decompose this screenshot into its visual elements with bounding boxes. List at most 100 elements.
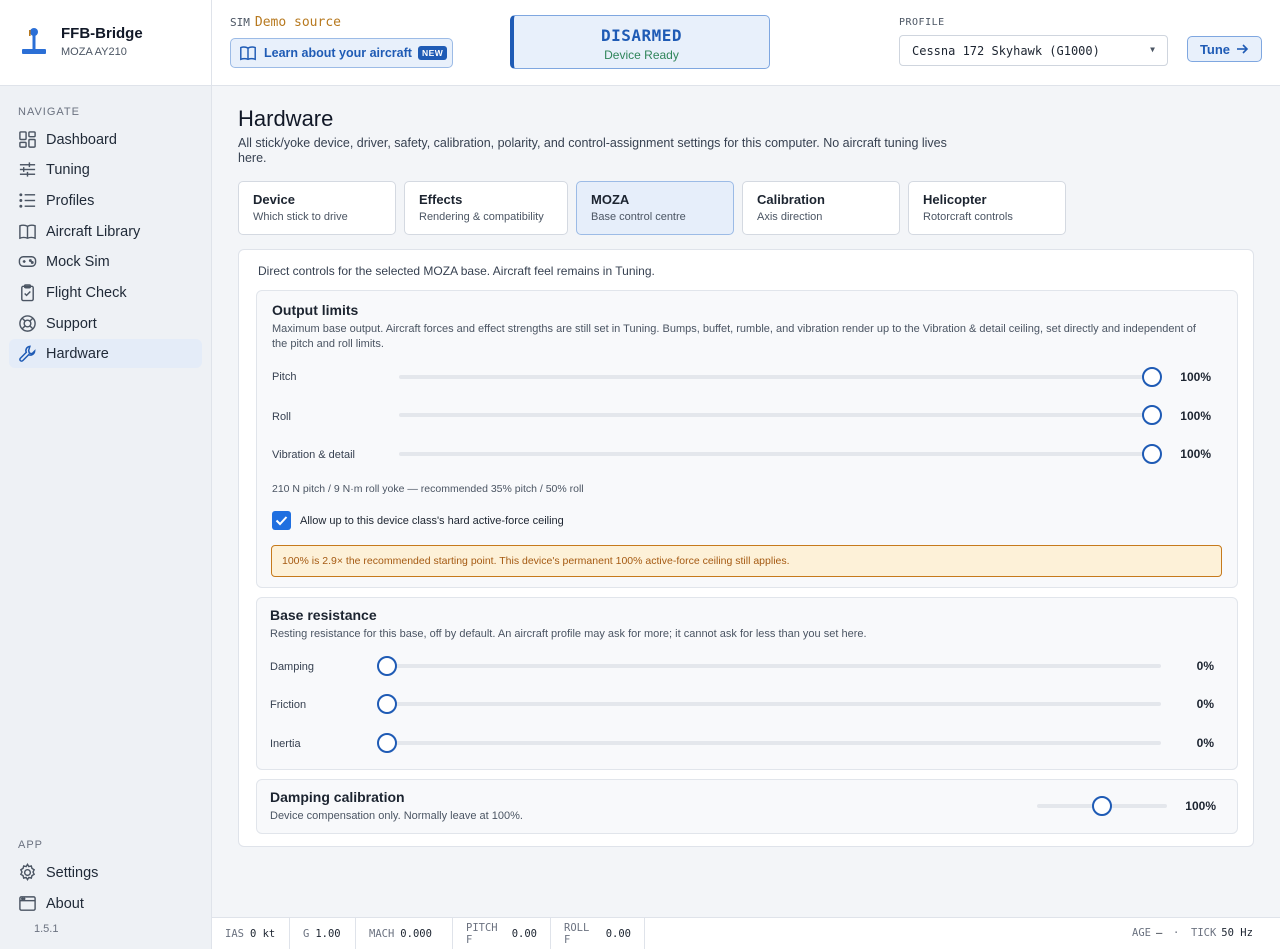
roll-force-readout: ROLL F 0.00 <box>551 918 645 949</box>
lifebuoy-icon <box>19 315 36 332</box>
damping-calibration-handle[interactable] <box>1092 796 1112 816</box>
pitch-force-readout: PITCH F 0.00 <box>453 918 551 949</box>
profile-label: PROFILE <box>899 17 945 28</box>
vibration-slider-handle[interactable] <box>1142 444 1162 464</box>
age-readout: AGE — <box>1132 927 1162 939</box>
ias-value: 0 kt <box>249 928 276 940</box>
profile-select[interactable]: Cessna 172 Skyhawk (G1000) ▼ <box>899 35 1168 66</box>
sidebar-item-hardware[interactable]: Hardware <box>9 339 202 368</box>
panel-intro: Direct controls for the selected MOZA ba… <box>258 264 655 278</box>
tab-title: Effects <box>419 192 463 207</box>
mach-value: 0.000 <box>400 928 432 940</box>
slider-value: 0% <box>1196 697 1214 711</box>
new-badge: NEW <box>417 46 448 60</box>
page-title: Hardware <box>238 106 334 131</box>
tab-effects[interactable]: Effects Rendering & compatibility <box>404 181 568 235</box>
vibration-slider-track[interactable] <box>399 452 1157 456</box>
book-icon <box>240 46 256 61</box>
sliders-icon <box>19 162 36 177</box>
slider-label: Damping <box>270 661 315 673</box>
card-description: Resting resistance for this base, off by… <box>270 628 867 640</box>
wrench-icon <box>19 345 36 362</box>
tab-calibration[interactable]: Calibration Axis direction <box>742 181 900 235</box>
pitch-force-label: PITCH F <box>466 922 498 946</box>
g-readout: G 1.00 <box>290 918 356 949</box>
inertia-slider-handle[interactable] <box>377 733 397 753</box>
roll-force-value: 0.00 <box>605 928 631 940</box>
sidebar-item-flight-check[interactable]: Flight Check <box>9 278 202 307</box>
friction-slider-handle[interactable] <box>377 694 397 714</box>
card-description: Maximum base output. Aircraft forces and… <box>272 323 1196 350</box>
slider-label: Roll <box>272 411 291 423</box>
gear-icon <box>19 863 36 881</box>
sim-source: SIM Demo source <box>230 15 341 30</box>
moza-panel: Direct controls for the selected MOZA ba… <box>238 249 1254 847</box>
ias-readout: IAS 0 kt <box>212 918 290 949</box>
sidebar-item-label: Support <box>46 315 97 332</box>
force-ceiling-checkbox[interactable] <box>272 511 291 530</box>
sidebar-item-support[interactable]: Support <box>9 309 202 338</box>
pitch-slider-handle[interactable] <box>1142 367 1162 387</box>
sidebar-item-aircraft-library[interactable]: Aircraft Library <box>9 217 202 246</box>
top-bar: SIM Demo source Learn about your aircraft… <box>212 0 1280 86</box>
arm-substatus: Device Ready <box>604 48 679 62</box>
page-description: All stick/yoke device, driver, safety, c… <box>238 136 947 165</box>
slider-value: 100% <box>1180 370 1211 384</box>
slider-value: 100% <box>1180 447 1211 461</box>
tab-device[interactable]: Device Which stick to drive <box>238 181 396 235</box>
learn-aircraft-button[interactable]: Learn about your aircraft NEW <box>230 38 453 68</box>
roll-slider-handle[interactable] <box>1142 405 1162 425</box>
slider-value: 100% <box>1180 409 1211 423</box>
card-title: Damping calibration <box>270 789 405 805</box>
output-limits-card: Output limits Maximum base output. Aircr… <box>256 290 1238 588</box>
sidebar-item-label: Hardware <box>46 345 109 362</box>
sidebar-item-tuning[interactable]: Tuning <box>9 155 202 184</box>
age-label: AGE <box>1132 927 1151 939</box>
mach-readout: MACH 0.000 <box>356 918 453 949</box>
tab-helicopter[interactable]: Helicopter Rotorcraft controls <box>908 181 1066 235</box>
sidebar-item-settings[interactable]: Settings <box>9 858 202 887</box>
separator: · <box>1173 927 1180 939</box>
sidebar-item-mock-sim[interactable]: Mock Sim <box>9 247 202 276</box>
app-heading: APP <box>18 839 44 851</box>
tab-moza[interactable]: MOZA Base control centre <box>576 181 734 235</box>
device-note: 210 N pitch / 9 N·m roll yoke — recommen… <box>272 483 584 495</box>
tab-subtitle: Base control centre <box>591 211 686 223</box>
sidebar-item-label: Aircraft Library <box>46 223 141 240</box>
app-version: 1.5.1 <box>34 923 59 935</box>
inertia-slider-track[interactable] <box>377 741 1161 745</box>
joystick-logo-icon <box>22 28 46 54</box>
clipboard-check-icon <box>21 284 34 302</box>
tab-subtitle: Rendering & compatibility <box>419 211 544 223</box>
tick-readout: TICK 50 Hz <box>1191 927 1253 939</box>
damping-slider-track[interactable] <box>377 664 1161 668</box>
sidebar-item-dashboard[interactable]: Dashboard <box>9 125 202 154</box>
profile-value: Cessna 172 Skyhawk (G1000) <box>912 43 1100 58</box>
slider-label: Vibration & detail <box>272 449 355 461</box>
list-icon <box>19 193 36 208</box>
tab-title: Calibration <box>757 192 825 207</box>
mach-label: MACH <box>369 928 395 940</box>
friction-slider-track[interactable] <box>377 702 1161 706</box>
sidebar-item-label: Settings <box>46 864 99 881</box>
tab-subtitle: Which stick to drive <box>253 211 348 223</box>
tune-button[interactable]: Tune <box>1187 36 1262 62</box>
warning-banner: 100% is 2.9× the recommended starting po… <box>271 545 1222 577</box>
tab-title: MOZA <box>591 192 630 207</box>
sidebar-item-about[interactable]: About <box>9 889 202 918</box>
sidebar-item-profiles[interactable]: Profiles <box>9 186 202 215</box>
arm-status[interactable]: DISARMED Device Ready <box>510 15 770 69</box>
pitch-slider-track[interactable] <box>399 375 1157 379</box>
roll-slider-track[interactable] <box>399 413 1157 417</box>
card-title: Output limits <box>272 302 359 318</box>
slider-value: 100% <box>1185 799 1216 813</box>
damping-slider-handle[interactable] <box>377 656 397 676</box>
g-label: G <box>303 928 310 940</box>
arrow-right-icon <box>1237 44 1249 54</box>
sidebar-item-label: Dashboard <box>46 131 117 148</box>
sidebar-item-label: Profiles <box>46 192 95 209</box>
checkbox-label: Allow up to this device class's hard act… <box>300 515 564 527</box>
roll-force-label: ROLL F <box>564 922 590 946</box>
chevron-down-icon: ▼ <box>1150 45 1155 54</box>
tune-button-label: Tune <box>1199 41 1231 57</box>
